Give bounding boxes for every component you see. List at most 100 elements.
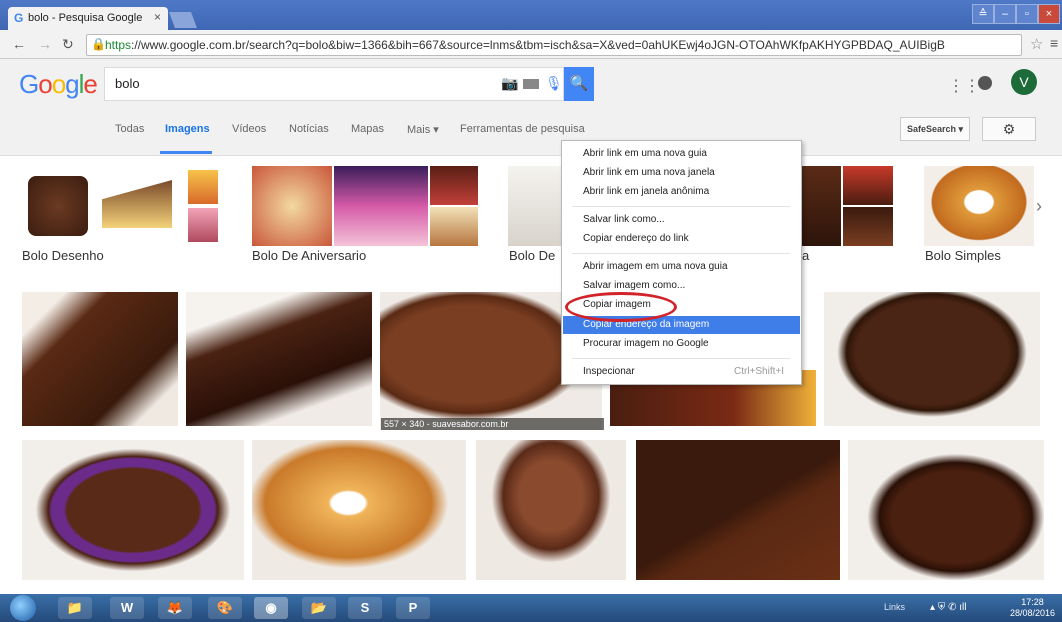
chevron-right-icon[interactable]: › xyxy=(1036,196,1042,217)
address-bar[interactable]: 🔒 https://www.google.com.br/search?q=bol… xyxy=(86,34,1022,56)
browser-title-bar: G bolo - Pesquisa Google × ≙ – ▫ × xyxy=(0,0,1062,30)
menu-divider xyxy=(572,358,790,359)
url-text[interactable]: https://www.google.com.br/search?q=bolo&… xyxy=(105,38,945,52)
folder-icon[interactable]: 📂 xyxy=(302,597,336,619)
related-thumb[interactable] xyxy=(508,166,562,246)
image-result[interactable] xyxy=(824,292,1040,426)
tab-videos[interactable]: Vídeos xyxy=(232,123,266,135)
red-circle-annotation xyxy=(565,292,677,322)
logo-letter: o xyxy=(51,69,67,99)
windows-start-button[interactable] xyxy=(10,595,36,621)
tab-more[interactable]: Mais ▾ xyxy=(407,123,439,136)
menu-item-search-image-google[interactable]: Procurar imagem no Google xyxy=(563,335,800,353)
browser-toolbar: ← → ↻ 🔒 https://www.google.com.br/search… xyxy=(0,30,1062,59)
url-path: ://www.google.com.br/search?q=bolo&biw=1… xyxy=(131,38,945,52)
tab-all[interactable]: Todas xyxy=(115,123,144,135)
menu-item-label: Procurar imagem no Google xyxy=(583,338,709,349)
menu-item-label: Abrir link em uma nova janela xyxy=(583,167,715,178)
bookmark-star-icon[interactable]: ☆ xyxy=(1030,35,1043,53)
image-info-overlay: 557 × 340 - suavesabor.com.br xyxy=(381,418,604,430)
image-result[interactable] xyxy=(22,440,244,580)
birthday-cake-image xyxy=(334,166,428,246)
related-label[interactable]: a xyxy=(802,248,809,263)
related-thumb[interactable] xyxy=(22,166,222,246)
firefox-icon[interactable]: 🦊 xyxy=(158,597,192,619)
image-result[interactable] xyxy=(22,292,178,426)
lock-icon: 🔒 xyxy=(91,37,106,51)
system-clock[interactable]: 17:28 28/08/2016 xyxy=(1010,597,1055,619)
menu-item-open-link-new-window[interactable]: Abrir link em uma nova janela xyxy=(563,164,800,182)
maximize-button[interactable]: ▫ xyxy=(1016,4,1038,24)
minimize-button[interactable]: – xyxy=(994,4,1016,24)
back-arrow-icon[interactable]: ← xyxy=(12,36,26,52)
chocolate-cake-image xyxy=(843,207,893,246)
explorer-icon[interactable]: 📁 xyxy=(58,597,92,619)
chocolate-cake-image xyxy=(843,166,893,205)
chrome-menu-icon[interactable]: ≡ xyxy=(1050,35,1058,51)
tab-news[interactable]: Notícias xyxy=(289,123,329,135)
clock-time: 17:28 xyxy=(1021,597,1044,607)
apps-grid-icon[interactable]: ⋮⋮ xyxy=(948,76,980,96)
related-thumb[interactable] xyxy=(801,166,893,246)
reload-icon[interactable]: ↻ xyxy=(62,36,74,53)
camera-icon[interactable]: 📷 xyxy=(501,75,518,92)
cake-cartoon-image xyxy=(28,176,88,236)
related-label[interactable]: Bolo Simples xyxy=(925,248,1001,263)
menu-item-label: Inspecionar xyxy=(583,366,635,377)
avatar[interactable]: V xyxy=(1011,69,1037,95)
image-result[interactable] xyxy=(186,292,372,426)
related-thumb[interactable] xyxy=(252,166,478,246)
related-label[interactable]: Bolo De Aniversario xyxy=(252,248,366,263)
search-button[interactable]: 🔍 xyxy=(564,67,594,101)
related-thumb[interactable] xyxy=(924,166,1034,246)
menu-shortcut: Ctrl+Shift+I xyxy=(733,366,784,377)
tab-search-tools[interactable]: Ferramentas de pesquisa xyxy=(460,123,585,135)
menu-item-open-link-new-tab[interactable]: Abrir link em uma nova guia xyxy=(563,145,800,163)
logo-letter: G xyxy=(19,69,39,99)
menu-item-label: Salvar link como... xyxy=(583,214,665,225)
google-logo[interactable]: Google xyxy=(19,69,98,100)
search-query: bolo xyxy=(115,76,140,91)
google-header: Google bolo 📷 🎙 🔍 ⋮⋮ V Todas Imagens Víd… xyxy=(0,59,1062,156)
logo-letter: g xyxy=(65,69,80,99)
tab-images[interactable]: Imagens xyxy=(165,123,210,135)
image-result[interactable] xyxy=(848,440,1044,580)
cake-slice-image xyxy=(102,180,172,228)
related-label[interactable]: Bolo De xyxy=(509,248,555,263)
chrome-icon[interactable]: ◉ xyxy=(254,597,288,619)
context-menu: Abrir link em uma nova guia Abrir link e… xyxy=(561,140,802,385)
menu-item-save-link-as[interactable]: Salvar link como... xyxy=(563,211,800,229)
menu-item-open-link-incognito[interactable]: Abrir link em janela anônima xyxy=(563,183,800,201)
menu-item-inspect[interactable]: Inspecionar Ctrl+Shift+I xyxy=(563,363,800,381)
notifications-icon[interactable] xyxy=(978,76,992,90)
menu-item-copy-link-address[interactable]: Copiar endereço do link xyxy=(563,230,800,248)
tab-maps[interactable]: Mapas xyxy=(351,123,384,135)
url-scheme: https xyxy=(105,38,132,52)
settings-gear-icon[interactable]: ⚙ xyxy=(982,117,1036,141)
image-result[interactable] xyxy=(636,440,840,580)
active-tab-indicator xyxy=(160,151,212,154)
menu-item-label: Abrir link em janela anônima xyxy=(583,186,710,197)
forward-arrow-icon[interactable]: → xyxy=(38,36,52,52)
birthday-cake-image xyxy=(252,166,332,246)
image-result[interactable] xyxy=(252,440,466,580)
safesearch-button[interactable]: SafeSearch ▾ xyxy=(900,117,970,141)
powerpoint-icon[interactable]: P xyxy=(396,597,430,619)
image-result[interactable] xyxy=(476,440,626,580)
tab-close-icon[interactable]: × xyxy=(154,10,161,24)
close-window-button[interactable]: × xyxy=(1038,4,1060,24)
search-input[interactable]: bolo 📷 🎙 xyxy=(104,67,564,101)
skype-icon[interactable]: S xyxy=(348,597,382,619)
keyboard-icon[interactable] xyxy=(523,79,539,89)
word-icon[interactable]: W xyxy=(110,597,144,619)
browser-tab[interactable]: G bolo - Pesquisa Google × xyxy=(8,7,168,30)
links-toolbar[interactable]: Links xyxy=(884,602,905,612)
tray-icons[interactable]: ▴ ⛨ ✆ ıll xyxy=(930,602,966,613)
related-label[interactable]: Bolo Desenho xyxy=(22,248,104,263)
new-tab-button[interactable] xyxy=(169,12,197,28)
paint-icon[interactable]: 🎨 xyxy=(208,597,242,619)
menu-item-open-image-new-tab[interactable]: Abrir imagem em uma nova guia xyxy=(563,258,800,276)
window-user-icon[interactable]: ≙ xyxy=(972,4,994,24)
menu-item-label: Copiar endereço do link xyxy=(583,233,689,244)
microphone-icon[interactable]: 🎙 xyxy=(545,75,563,92)
